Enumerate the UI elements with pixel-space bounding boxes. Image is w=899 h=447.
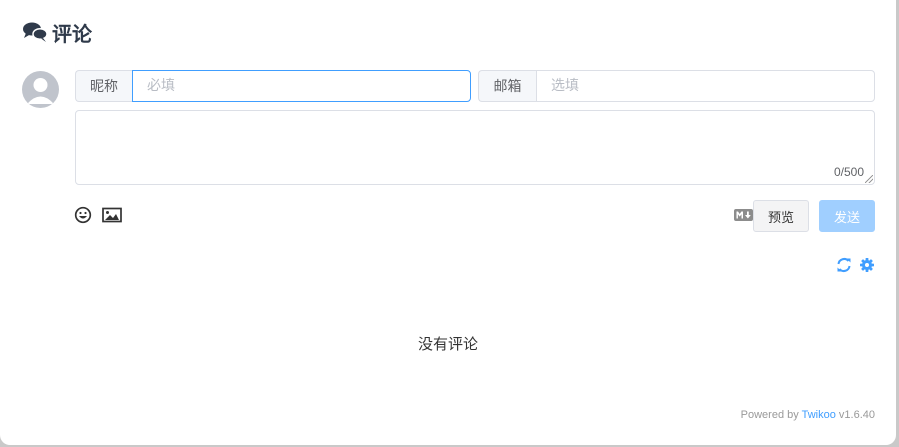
resize-handle[interactable] [865,175,873,183]
comment-panel: 评论 昵称 邮箱 0/500 预览 发送 [0,0,896,445]
smile-icon[interactable] [74,206,94,224]
preview-button[interactable]: 预览 [753,200,809,232]
panel-heading: 评论 [22,18,92,46]
powered-by: Powered by Twikoo v1.6.40 [741,409,875,421]
user-icon [27,78,54,104]
gear-icon[interactable] [860,258,874,272]
version-label: v1.6.40 [838,409,875,421]
empty-comments-text: 没有评论 [417,335,478,353]
powered-by-label: Powered by [740,409,799,421]
refresh-icon[interactable] [836,257,852,273]
nick-field: 昵称 [75,70,471,102]
comment-textarea[interactable]: 0/500 [75,110,875,185]
mail-label: 邮箱 [478,70,536,102]
avatar [22,71,59,108]
char-counter: 0/500 [833,165,864,179]
send-button[interactable]: 发送 [819,200,875,232]
comments-icon [23,22,48,42]
page-title: 评论 [52,21,92,46]
nick-label: 昵称 [75,70,132,102]
nick-input[interactable] [132,70,471,102]
twikoo-link[interactable]: Twikoo [802,409,836,421]
markdown-icon[interactable] [734,209,753,221]
image-icon[interactable] [102,206,122,224]
mail-input[interactable] [536,70,875,102]
mail-field: 邮箱 [478,70,875,102]
